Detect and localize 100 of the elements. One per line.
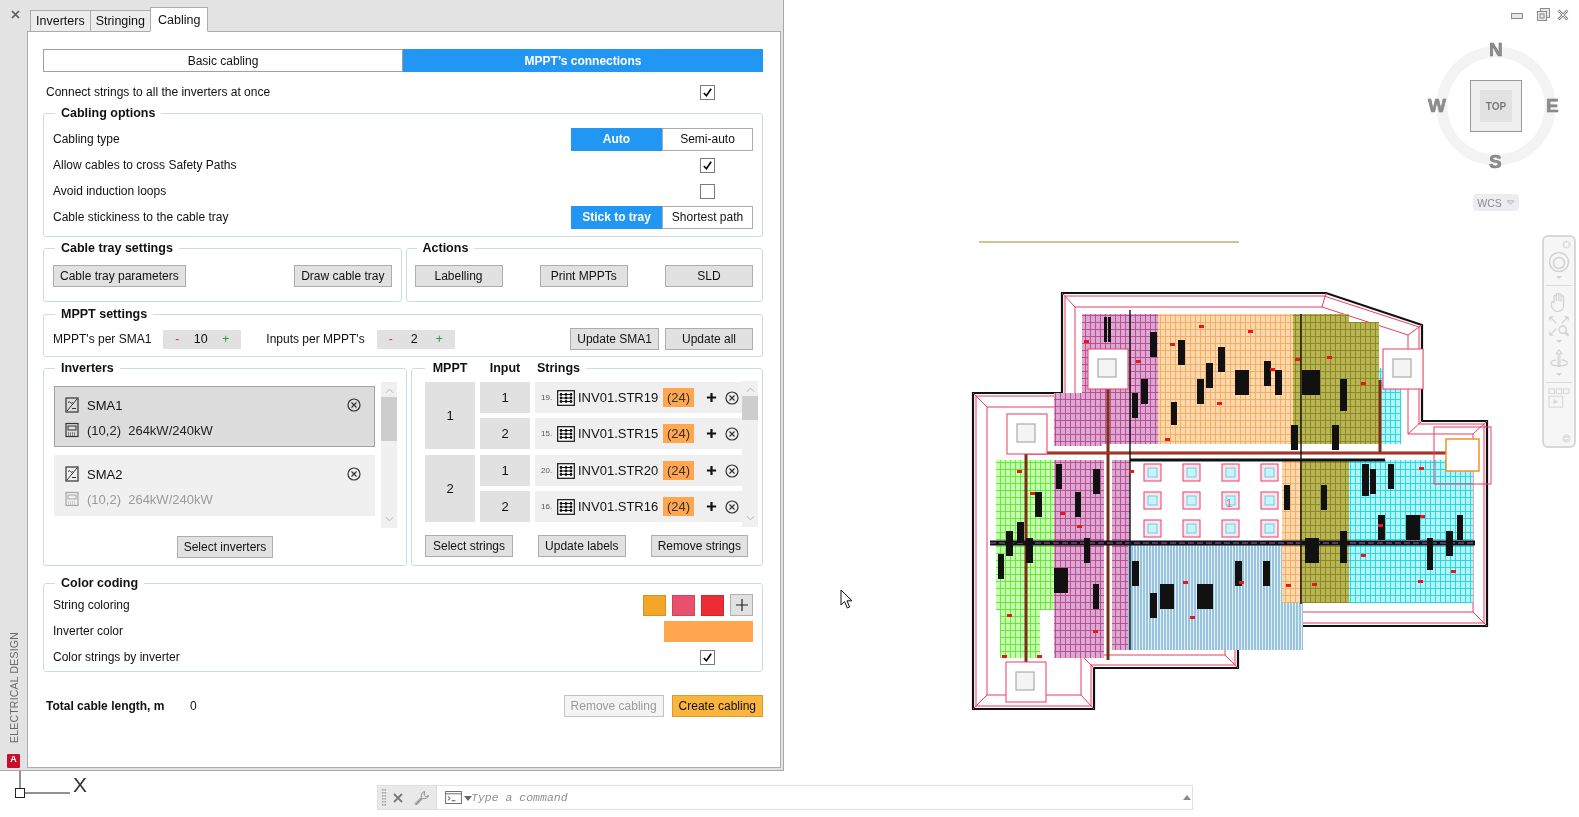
string-index: 16. <box>541 502 554 511</box>
close-icon[interactable] <box>393 793 403 803</box>
checkbox[interactable] <box>700 183 715 199</box>
remove-icon[interactable] <box>725 463 739 478</box>
action-button[interactable]: Draw cable tray <box>294 265 392 287</box>
decrement-button[interactable]: - <box>386 332 395 346</box>
plus-icon[interactable] <box>706 465 717 476</box>
string-index: 15. <box>541 429 554 438</box>
string-name: INV01.STR16 <box>578 499 659 514</box>
option-label: String coloring <box>53 598 131 612</box>
option-label: MPPT's per SMA1 <box>53 332 152 346</box>
close-icon[interactable] <box>10 10 20 19</box>
toggle-option[interactable]: Shortest path <box>662 205 753 229</box>
tab[interactable]: Stringing <box>89 10 151 32</box>
remove-icon[interactable] <box>725 390 739 405</box>
terminal-icon[interactable] <box>445 791 462 804</box>
grip-icon[interactable] <box>382 789 386 807</box>
input-cell: 1 <box>480 382 530 413</box>
update-button[interactable]: Update all <box>665 328 753 350</box>
restore-icon[interactable] <box>1537 8 1550 21</box>
scroll-thumb[interactable] <box>381 397 397 441</box>
group-title: Color coding <box>60 575 140 591</box>
plus-icon[interactable] <box>706 392 717 403</box>
action-button[interactable]: Cable tray parameters <box>53 265 186 287</box>
total-length-label: Total cable length, m <box>46 699 166 713</box>
tab[interactable]: Inverters <box>30 10 91 32</box>
color-swatch[interactable] <box>701 594 724 616</box>
string-row[interactable]: 16. INV01.STR16 (24) <box>535 491 742 522</box>
inverter-details: (10,2) 264kW/240kW <box>87 422 213 438</box>
caret-icon <box>1505 200 1515 205</box>
strings-action-button[interactable]: Select strings <box>425 535 513 557</box>
device-icon <box>65 491 79 507</box>
tab[interactable]: Cabling <box>150 7 209 32</box>
string-name: INV01.STR15 <box>578 426 659 441</box>
inverter-item[interactable]: SMA2 (10,2) 264kW/240kW <box>54 455 375 516</box>
remove-icon[interactable] <box>347 398 361 412</box>
group-title: Actions <box>421 240 470 256</box>
action-button[interactable]: Labelling <box>414 265 503 287</box>
select-inverters-button[interactable]: Select inverters <box>176 536 274 558</box>
mppt-cell: 1 <box>425 382 475 449</box>
remove-icon[interactable] <box>725 426 739 441</box>
group-title: MPPT settings <box>60 306 149 322</box>
inverter-name: SMA1 <box>87 397 123 413</box>
column-header: Strings <box>536 360 582 376</box>
color-swatch[interactable] <box>643 594 666 616</box>
option-label: Cable stickiness to the cable tray <box>53 210 230 224</box>
color-swatch[interactable] <box>672 594 695 616</box>
input-cell: 2 <box>480 491 530 522</box>
caret-icon[interactable] <box>464 796 472 801</box>
total-length-value: 0 <box>190 699 197 713</box>
inverter-item[interactable]: SMA1 (10,2) 264kW/240kW <box>54 386 375 447</box>
checkbox[interactable] <box>700 157 715 173</box>
mouse-pointer-icon <box>840 589 853 609</box>
panel-string-icon <box>557 425 575 442</box>
command-input[interactable]: Type a command <box>436 786 1192 809</box>
expand-up-icon[interactable] <box>1183 795 1191 800</box>
color-swatch[interactable] <box>664 620 753 642</box>
string-name: INV01.STR19 <box>578 390 659 405</box>
module-count-badge: (24) <box>662 388 694 407</box>
plus-icon[interactable] <box>706 501 717 512</box>
block-number: 1 <box>1226 497 1233 509</box>
decrement-button[interactable]: - <box>173 332 182 346</box>
strings-action-button[interactable]: Update labels <box>537 535 626 557</box>
group-title: Cable tray settings <box>60 240 174 256</box>
action-button[interactable]: Print MPPTs <box>539 265 628 287</box>
inverter-name: SMA2 <box>87 466 123 482</box>
inverter-icon <box>65 397 79 413</box>
checkbox[interactable] <box>700 84 715 100</box>
remove-icon[interactable] <box>725 499 739 514</box>
stepper-value: 10 <box>193 332 208 346</box>
remove-icon[interactable] <box>347 467 361 481</box>
minimize-icon[interactable] <box>1511 13 1523 19</box>
stepper-value: 2 <box>410 332 418 346</box>
scrollbar[interactable] <box>742 381 758 527</box>
app-logo[interactable]: A <box>7 754 20 768</box>
string-row[interactable]: 20. INV01.STR20 (24) <box>535 455 742 486</box>
scroll-thumb[interactable] <box>742 396 758 420</box>
input-cell: 1 <box>480 455 530 486</box>
column-header: MPPT <box>431 360 469 376</box>
cabling-button[interactable]: Create cabling <box>671 695 763 717</box>
module-count-badge: (24) <box>662 424 694 443</box>
wrench-icon[interactable] <box>414 790 430 806</box>
toggle-option[interactable]: Semi-auto <box>662 127 753 151</box>
option-label: Avoid induction loops <box>53 184 168 198</box>
string-index: 20. <box>541 466 554 475</box>
add-color-button[interactable] <box>730 594 753 616</box>
plus-icon[interactable] <box>706 428 717 439</box>
scrollbar[interactable] <box>381 382 397 528</box>
input-cell: 2 <box>480 418 530 449</box>
update-button[interactable]: Update SMA1 <box>570 328 659 350</box>
panel-string-icon <box>557 389 575 406</box>
inverter-icon <box>65 466 79 482</box>
mode-tab[interactable]: Basic cabling <box>43 49 403 72</box>
close-icon[interactable] <box>1557 9 1569 21</box>
string-row[interactable]: 19. INV01.STR19 (24) <box>535 382 742 413</box>
option-label: Cabling type <box>53 132 121 146</box>
action-button[interactable]: SLD <box>665 265 753 287</box>
string-row[interactable]: 15. INV01.STR15 (24) <box>535 418 742 449</box>
strings-action-button[interactable]: Remove strings <box>650 535 748 557</box>
checkbox[interactable] <box>700 649 715 665</box>
